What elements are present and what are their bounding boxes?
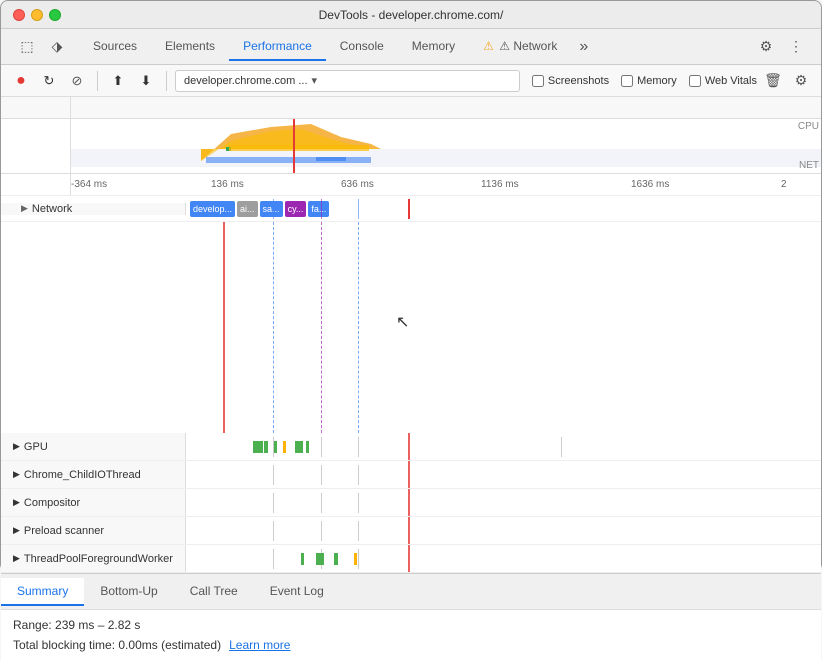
gpu-row: ▶ GPU [1, 433, 821, 461]
inspect-icon[interactable]: ⬚ [13, 33, 41, 61]
gpu-bar-4 [283, 441, 286, 453]
threadpool-expand-arrow[interactable]: ▶ [13, 553, 20, 564]
preload-expand-arrow[interactable]: ▶ [13, 525, 20, 536]
network-timeline-row: ▶ Network develop... ai... sa... cy... f… [1, 196, 821, 222]
performance-toolbar: ● ↻ ⊘ ⬆ ⬇ developer.chrome.com ... ▾ Scr… [1, 65, 821, 97]
tab-sources[interactable]: Sources [79, 33, 151, 61]
bottom-tab-summary[interactable]: Summary [1, 578, 84, 606]
bottom-panel: Summary Bottom-Up Call Tree Event Log Ra… [1, 573, 821, 660]
web-vitals-checkbox[interactable]: Web Vitals [689, 75, 757, 87]
child-io-expand-arrow[interactable]: ▶ [13, 469, 20, 480]
child-io-thread-label[interactable]: ▶ Chrome_ChildIOThread [1, 461, 186, 488]
timeline-ruler: 500 ms 136 ms 636 ms 1136 ms 1636 ms 136… [1, 97, 821, 119]
memory-checkbox[interactable]: Memory [621, 75, 677, 87]
save-profile-button[interactable]: ⬇ [134, 69, 158, 93]
cpu-net-chart[interactable]: CPU NET [1, 119, 821, 174]
performance-main: 500 ms 136 ms 636 ms 1136 ms 1636 ms 136… [1, 97, 821, 573]
threadpool-row: ▶ ThreadPoolForegroundWorker [1, 545, 821, 573]
ts-2: 2 [781, 179, 787, 190]
gpu-bar-5 [295, 441, 303, 453]
net-req-ai: ai... [237, 201, 258, 217]
title-bar: DevTools - developer.chrome.com/ [1, 1, 821, 29]
bottom-tab-bar: Summary Bottom-Up Call Tree Event Log [1, 574, 821, 610]
gpu-row-content [186, 433, 821, 460]
network-row-label[interactable]: ▶ Network [1, 203, 186, 215]
maximize-button[interactable] [49, 9, 61, 21]
threadpool-label[interactable]: ▶ ThreadPoolForegroundWorker [1, 545, 186, 572]
compositor-expand-arrow[interactable]: ▶ [13, 497, 20, 508]
ts-636: 636 ms [341, 179, 374, 190]
gpu-bar-2 [264, 441, 268, 453]
main-tab-bar: ⬚ ⬗ Sources Elements Performance Console… [1, 29, 821, 65]
reload-record-button[interactable]: ↻ [37, 69, 61, 93]
minimize-button[interactable] [31, 9, 43, 21]
timestamp-row: -364 ms 136 ms 636 ms 1136 ms 1636 ms 2 [1, 174, 821, 196]
ts-1636: 1636 ms [631, 179, 669, 190]
clear-button[interactable]: ⊘ [65, 69, 89, 93]
more-options-icon[interactable]: ⋮ [783, 34, 809, 60]
cpu-label: CPU [798, 121, 819, 132]
url-display: developer.chrome.com ... ▾ [175, 70, 520, 92]
settings-icon[interactable]: ⚙ [753, 34, 779, 60]
gpu-bar-3 [274, 441, 277, 453]
tab-memory[interactable]: Memory [398, 33, 469, 61]
gpu-bar-6 [306, 441, 309, 453]
network-expand-arrow[interactable]: ▶ [21, 203, 28, 214]
ts-1136: 1136 ms [481, 179, 519, 190]
ts-neg364: -364 ms [71, 179, 107, 190]
flame-chart-area[interactable]: ↖ [1, 222, 821, 433]
preload-scanner-row: ▶ Preload scanner [1, 517, 821, 545]
bottom-tab-bottom-up[interactable]: Bottom-Up [84, 578, 173, 606]
traffic-lights [13, 9, 61, 21]
gpu-expand-arrow[interactable]: ▶ [13, 441, 20, 452]
bottom-tab-call-tree[interactable]: Call Tree [174, 578, 254, 606]
net-label: NET [799, 160, 819, 171]
tab-console[interactable]: Console [326, 33, 398, 61]
window-title: DevTools - developer.chrome.com/ [13, 8, 809, 22]
cursor: ↖ [396, 312, 409, 332]
toolbar-divider-1 [97, 71, 98, 91]
gpu-row-label[interactable]: ▶ GPU [1, 433, 186, 460]
load-profile-button[interactable]: ⬆ [106, 69, 130, 93]
capture-settings-button[interactable]: ⚙ [789, 69, 813, 93]
close-button[interactable] [13, 9, 25, 21]
toolbar-checkboxes: Screenshots Memory Web Vitals [532, 75, 757, 87]
net-req-fa: fa... [308, 201, 329, 217]
main-tabs: Sources Elements Performance Console Mem… [79, 33, 753, 61]
screenshots-checkbox[interactable]: Screenshots [532, 75, 609, 87]
device-mode-icon[interactable]: ⬗ [43, 33, 71, 61]
net-req-cy: cy... [285, 201, 307, 217]
more-tabs-button[interactable]: » [571, 34, 596, 60]
network-bars: develop... ai... sa... cy... fa... [186, 199, 821, 219]
ts-136: 136 ms [211, 179, 244, 190]
tab-performance[interactable]: Performance [229, 33, 326, 61]
record-button[interactable]: ● [9, 69, 33, 93]
preload-scanner-label[interactable]: ▶ Preload scanner [1, 517, 186, 544]
blocking-text: Total blocking time: 0.00ms (estimated) … [13, 638, 809, 652]
compositor-label[interactable]: ▶ Compositor [1, 489, 186, 516]
gpu-bar-1 [253, 441, 263, 453]
bottom-content: Range: 239 ms – 2.82 s Total blocking ti… [1, 610, 821, 660]
range-text: Range: 239 ms – 2.82 s [13, 618, 809, 632]
child-io-thread-row: ▶ Chrome_ChildIOThread [1, 461, 821, 489]
net-req-develop: develop... [190, 201, 235, 217]
warning-icon: ⚠ [483, 39, 494, 53]
learn-more-link[interactable]: Learn more [229, 638, 290, 652]
tab-elements[interactable]: Elements [151, 33, 229, 61]
tab-network[interactable]: ⚠ ⚠ Network [469, 33, 571, 61]
tab-bar-right-icons: ⚙ ⋮ [753, 34, 817, 60]
tab-bar-icons: ⬚ ⬗ [5, 33, 79, 61]
toolbar-divider-2 [166, 71, 167, 91]
delete-profile-button[interactable]: 🗑 [761, 69, 785, 93]
url-dropdown-icon[interactable]: ▾ [312, 74, 318, 87]
compositor-row: ▶ Compositor [1, 489, 821, 517]
net-req-sa: sa... [260, 201, 283, 217]
bottom-tab-event-log[interactable]: Event Log [254, 578, 340, 606]
